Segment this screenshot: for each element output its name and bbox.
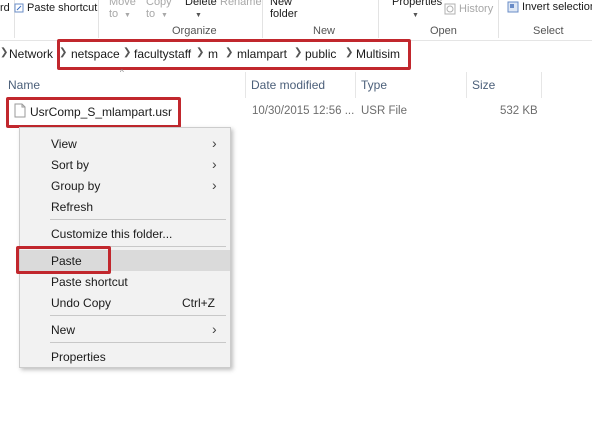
menu-separator (50, 219, 226, 220)
ribbon-separator (378, 0, 379, 38)
chevron-right-icon: › (212, 321, 217, 337)
clipboard-group-label-fragment: rd (0, 2, 10, 14)
file-highlight-box (6, 97, 181, 128)
organize-group-label: Organize (172, 25, 217, 37)
menu-item-group-by[interactable]: Group by › (20, 175, 230, 196)
paste-shortcut-icon (14, 2, 24, 16)
menu-item-refresh[interactable]: Refresh (20, 196, 230, 217)
menu-separator (50, 315, 226, 316)
chevron-right-icon: › (212, 156, 217, 172)
column-header-type[interactable]: Type (361, 78, 387, 92)
move-to-label-line2: to (109, 8, 119, 20)
column-header-name[interactable]: Name (8, 78, 40, 92)
chevron-right-icon: › (212, 177, 217, 193)
menu-item-label: Customize this folder... (51, 227, 173, 241)
column-header-date-modified[interactable]: Date modified (251, 78, 325, 92)
column-divider[interactable] (541, 72, 542, 98)
invert-selection-icon (507, 1, 519, 16)
menu-item-view[interactable]: View › (20, 133, 230, 154)
menu-item-label: View (51, 137, 77, 151)
column-divider[interactable] (355, 72, 356, 98)
file-type: USR File (361, 105, 408, 117)
menu-item-properties[interactable]: Properties (20, 346, 230, 367)
sort-ascending-icon: ^ (120, 68, 124, 77)
new-group-label: New (313, 25, 336, 37)
menu-item-shortcut: Ctrl+Z (182, 296, 215, 310)
chevron-down-icon: ▼ (195, 12, 202, 19)
paste-shortcut-button[interactable]: Paste shortcut (27, 2, 97, 14)
menu-item-label: New (51, 323, 76, 337)
menu-separator (50, 342, 226, 343)
new-folder-button-line1[interactable]: New (270, 0, 292, 8)
menu-item-label: Group by (51, 179, 101, 193)
menu-item-label: Paste shortcut (51, 275, 128, 289)
menu-item-undo-copy[interactable]: Undo Copy Ctrl+Z (20, 292, 230, 313)
copy-to-label-line2: to (146, 8, 156, 20)
chevron-down-icon: ▼ (124, 12, 131, 19)
delete-button[interactable]: Delete (185, 0, 217, 8)
invert-selection-button[interactable]: Invert selection (522, 1, 592, 13)
menu-item-label: Refresh (51, 200, 94, 214)
ribbon: rd Paste shortcut Move to ▼ Copy to ▼ De… (0, 0, 592, 41)
properties-button[interactable]: Properties (392, 0, 442, 8)
chevron-right-icon: › (212, 135, 217, 151)
path-highlight-box (57, 39, 411, 70)
copy-to-label-line1: Copy (146, 0, 172, 8)
new-folder-button-line2[interactable]: folder (270, 8, 298, 20)
menu-item-label: Undo Copy (51, 296, 112, 310)
file-size: 532 KB (500, 105, 538, 117)
menu-item-new[interactable]: New › (20, 319, 230, 340)
column-divider[interactable] (466, 72, 467, 98)
menu-item-paste-shortcut[interactable]: Paste shortcut (20, 271, 230, 292)
menu-item-label: Sort by (51, 158, 90, 172)
column-divider[interactable] (245, 72, 246, 98)
paste-highlight-box (16, 246, 111, 274)
breadcrumb-network[interactable]: Network (9, 47, 53, 61)
file-date-modified: 10/30/2015 12:56 ... (252, 105, 355, 117)
history-icon (444, 3, 456, 18)
chevron-right-icon: ❯ (0, 47, 9, 58)
menu-item-label: Properties (51, 350, 106, 364)
rename-button[interactable]: Rename (220, 0, 262, 8)
history-button[interactable]: History (459, 3, 493, 15)
chevron-down-icon: ▼ (161, 12, 168, 19)
ribbon-separator (98, 0, 99, 38)
menu-item-customize-folder[interactable]: Customize this folder... (20, 223, 230, 244)
open-group-label: Open (430, 25, 457, 37)
column-header-size[interactable]: Size (472, 78, 495, 92)
ribbon-separator (262, 0, 263, 38)
ribbon-separator (498, 0, 499, 38)
chevron-down-icon: ▼ (412, 12, 419, 19)
move-to-label-line1: Move (109, 0, 136, 8)
select-group-label: Select (533, 25, 564, 37)
menu-item-sort-by[interactable]: Sort by › (20, 154, 230, 175)
